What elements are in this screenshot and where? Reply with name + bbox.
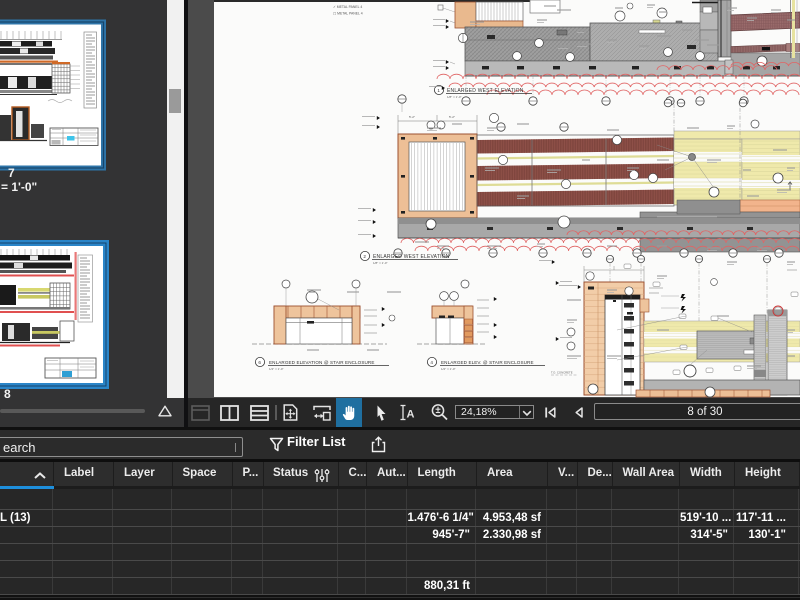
svg-text:ENLARGED WEST ELEVATION: ENLARGED WEST ELEVATION: [447, 88, 524, 94]
svg-text:1/4" = 1'-0": 1/4" = 1'-0": [269, 367, 284, 371]
svg-text:ENLARGED ELEV. @ STAIR ENCLOSU: ENLARGED ELEV. @ STAIR ENCLOSURE: [441, 360, 534, 365]
svg-text:1/8" = 1'-0": 1/8" = 1'-0": [447, 95, 462, 99]
svg-text:2: 2: [363, 254, 366, 259]
svg-text:1/2" = 1'-0": 1/2" = 1'-0": [441, 367, 456, 371]
svg-text:4: 4: [430, 360, 433, 365]
svg-text:✓ METAL PANEL 4: ✓ METAL PANEL 4: [333, 5, 362, 9]
svg-text:T.O. CONCRETE: T.O. CONCRETE: [551, 371, 573, 375]
svg-text:A: A: [406, 409, 414, 421]
svg-text:ENLARGED ELEVATION @ STAIR ENC: ENLARGED ELEVATION @ STAIR ENCLOSURE: [269, 360, 375, 365]
svg-text:1: 1: [437, 88, 440, 93]
svg-text:ENLARGED WEST ELEVATION: ENLARGED WEST ELEVATION: [373, 254, 450, 260]
svg-text:5'-2": 5'-2": [449, 115, 455, 119]
svg-text:1/8" = 1'-0": 1/8" = 1'-0": [373, 261, 388, 265]
svg-text:5'-2": 5'-2": [409, 115, 415, 119]
svg-text:▢ METAL PANEL 4: ▢ METAL PANEL 4: [333, 12, 363, 16]
svg-text:6: 6: [258, 360, 261, 365]
